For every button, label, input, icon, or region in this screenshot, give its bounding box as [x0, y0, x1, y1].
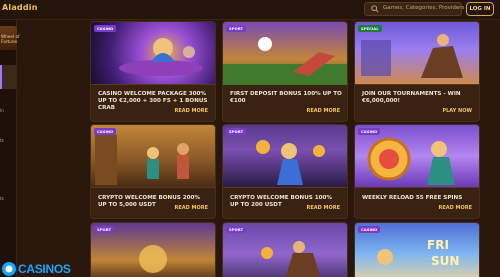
sidebar-item[interactable]: ln	[0, 108, 4, 113]
sidebar-item[interactable]: ts	[0, 196, 4, 201]
category-tag: CASINO	[94, 128, 117, 135]
login-button[interactable]: LOG IN	[466, 2, 494, 16]
category-tag: SPORT	[226, 226, 247, 233]
read-more-link[interactable]: Read more	[174, 205, 208, 211]
sidebar-item[interactable]: ts	[0, 138, 4, 143]
play-now-link[interactable]: Play now	[442, 108, 472, 114]
category-tag: CASINO	[94, 25, 117, 32]
sidebar-selected-item[interactable]	[0, 65, 17, 89]
svg-text:FRI: FRI	[427, 238, 449, 252]
promo-card[interactable]: SPORT	[90, 222, 216, 277]
read-more-link[interactable]: Read more	[438, 205, 472, 211]
watermark: CASINOS	[0, 260, 92, 277]
category-tag: SPECIAL	[358, 25, 382, 32]
wheel-of-fortune-label: Wheel of Fortune	[1, 34, 20, 44]
category-tag: CASINO	[358, 226, 381, 233]
read-more-link[interactable]: Read more	[306, 205, 340, 211]
promo-card[interactable]: CASINO Weekly Reload 55 Free Spins Read …	[354, 124, 480, 219]
category-tag: CASINO	[358, 128, 381, 135]
promo-card[interactable]: SPORT First Deposit Bonus 100% up to €10…	[222, 21, 348, 122]
search-placeholder: Games, Categories, Providers	[383, 5, 465, 11]
brand-logo[interactable]: Aladdin	[2, 3, 38, 12]
read-more-link[interactable]: Read more	[174, 108, 208, 114]
category-tag: SPORT	[226, 128, 247, 135]
promo-card[interactable]: SPORT Crypto Welcome Bonus 100% up to 20…	[222, 124, 348, 219]
category-tag: SPORT	[94, 226, 115, 233]
read-more-link[interactable]: Read more	[306, 108, 340, 114]
search-input[interactable]: Games, Categories, Providers	[364, 2, 465, 16]
promo-card[interactable]: FRI SUN CASINO	[354, 222, 480, 277]
top-bar: Aladdin Games, Categories, Providers LOG…	[0, 0, 500, 20]
casinos-logo-icon	[2, 262, 16, 276]
promo-card[interactable]: SPECIAL Join Our Tournaments - Win €6,00…	[354, 21, 480, 122]
promo-title: First Deposit Bonus 100% up to €100	[230, 91, 342, 104]
watermark-text: CASINOS	[18, 262, 71, 276]
promo-title: Join Our Tournaments - Win €6,000,000!	[362, 91, 461, 104]
promo-card[interactable]: CASINO Casino Welcome Package 300% up to…	[90, 21, 216, 122]
promo-title: Weekly Reload 55 Free Spins	[362, 195, 463, 201]
promo-card[interactable]: SPORT	[222, 222, 348, 277]
sidebar: Wheel of Fortune ln ts ts	[0, 20, 20, 277]
promo-card[interactable]: CASINO Crypto Welcome Bonus 200% up to 5…	[90, 124, 216, 219]
svg-text:SUN: SUN	[431, 254, 459, 268]
search-icon	[371, 5, 379, 13]
category-tag: SPORT	[226, 25, 247, 32]
